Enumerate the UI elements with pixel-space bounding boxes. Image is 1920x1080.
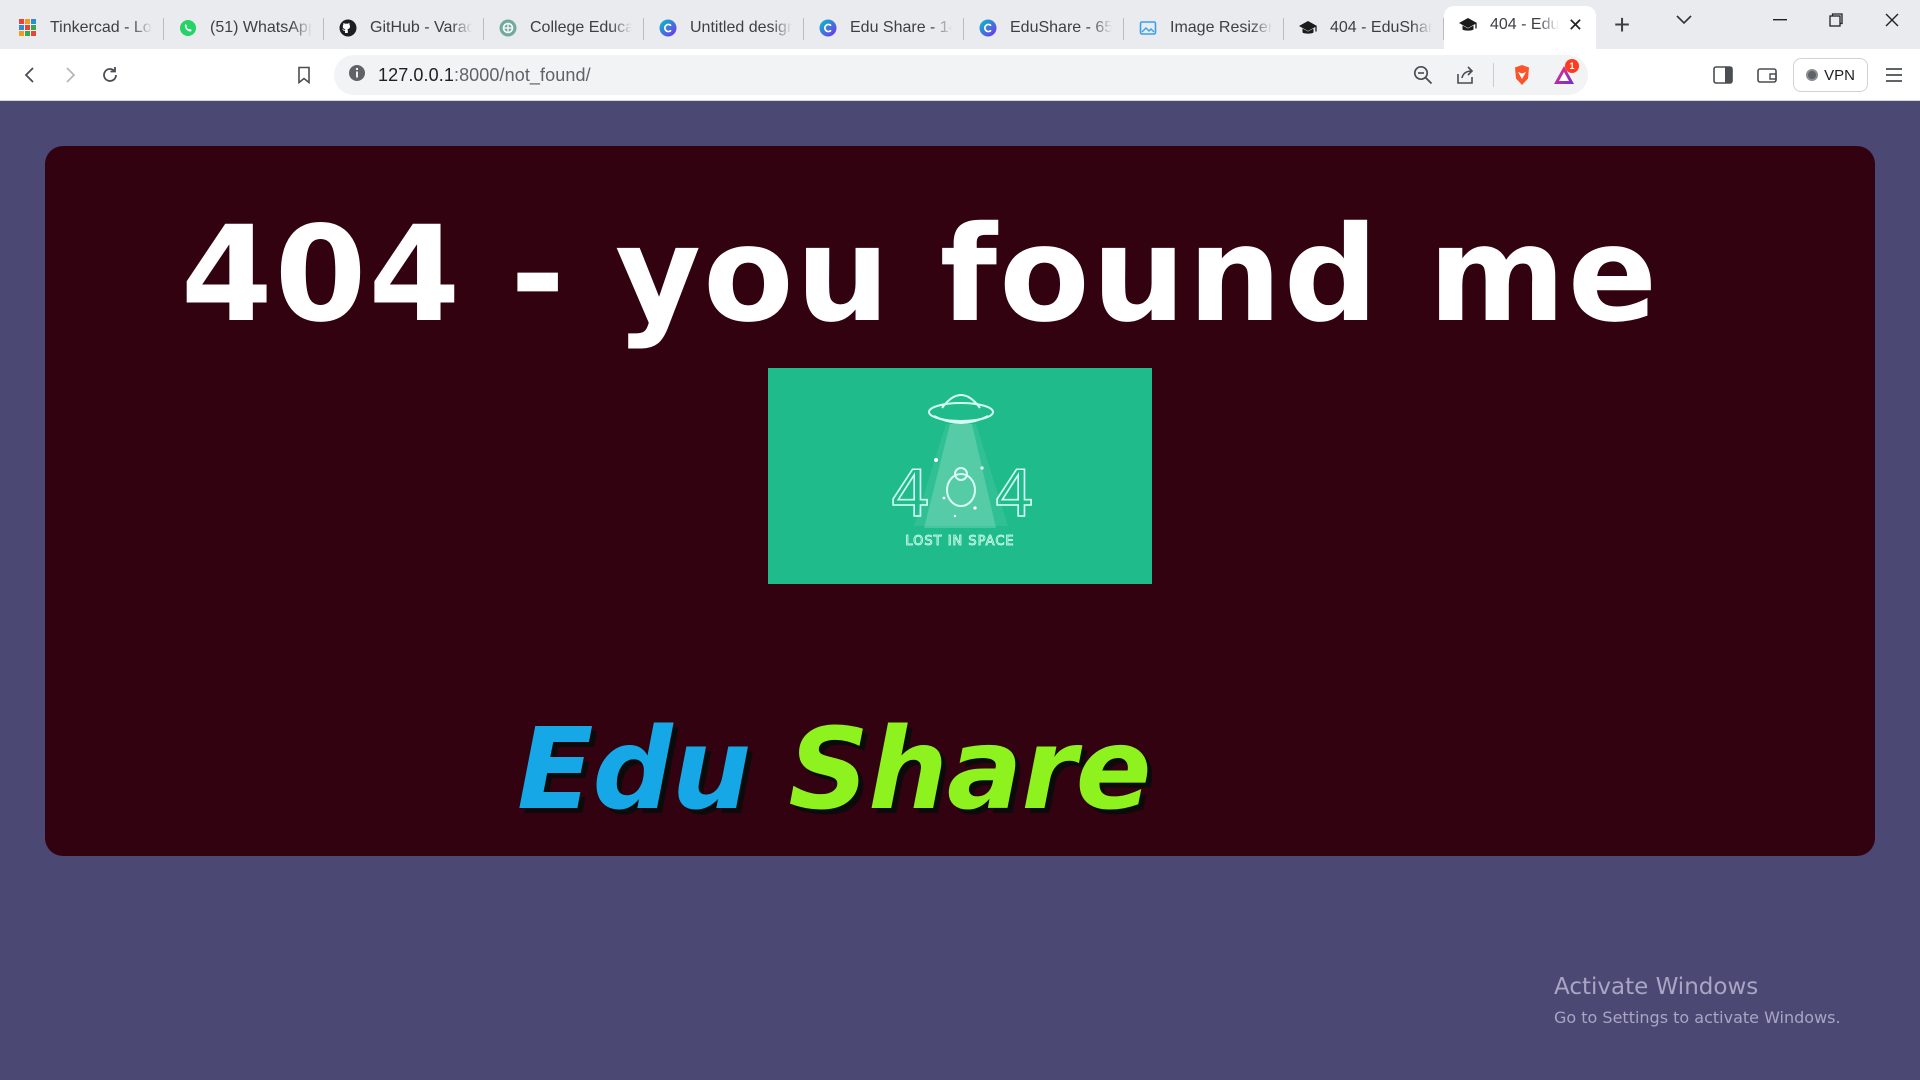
canva-icon	[978, 18, 998, 38]
back-button[interactable]	[10, 55, 50, 95]
activation-subtitle: Go to Settings to activate Windows.	[1554, 1008, 1841, 1027]
canva-icon	[658, 18, 678, 38]
canva-icon	[818, 18, 838, 38]
tinkercad-icon	[18, 18, 38, 38]
tab-search-chevron-icon[interactable]	[1656, 1, 1712, 39]
wallet-icon[interactable]	[1749, 57, 1785, 93]
tab-tinkercad[interactable]: Tinkercad - Log	[4, 9, 164, 47]
github-icon	[338, 18, 358, 38]
illustration-right-digit: 4	[994, 458, 1035, 532]
vpn-label: VPN	[1824, 66, 1855, 84]
tab-whatsapp[interactable]: (51) WhatsApp	[164, 9, 324, 47]
forward-button[interactable]	[50, 55, 90, 95]
browser-toolbar: 127.0.0.1:8000/not_found/ 1 VPN	[0, 49, 1920, 101]
url-text[interactable]: 127.0.0.1:8000/not_found/	[378, 65, 591, 86]
site-info-icon[interactable]	[348, 64, 366, 87]
tab-label: 404 - EduShare	[1330, 18, 1432, 36]
minimize-button[interactable]	[1752, 1, 1808, 39]
toolbar-right: VPN	[1705, 55, 1912, 95]
tab-label: EduShare - 650	[1010, 18, 1112, 36]
tab-canva-edushare-650[interactable]: EduShare - 650	[964, 9, 1124, 47]
tab-label: Tinkercad - Log	[50, 18, 152, 36]
divider	[1493, 63, 1494, 87]
windows-activation-watermark: Activate Windows Go to Settings to activ…	[1554, 974, 1841, 1027]
whatsapp-icon	[178, 18, 198, 38]
tab-github[interactable]: GitHub - Varadi	[324, 9, 484, 47]
tab-canva-edushare-14[interactable]: Edu Share - 14(	[804, 9, 964, 47]
menu-icon[interactable]	[1876, 57, 1912, 93]
tab-404-edushare[interactable]: 404 - EduShare	[1284, 9, 1444, 47]
graduation-cap-icon	[1458, 15, 1478, 35]
edushare-logo[interactable]: Edu Share	[517, 714, 1152, 826]
lost-in-space-illustration: 4 4 LOST IN SPACE	[768, 368, 1152, 584]
tab-strip: Tinkercad - Log (51) WhatsApp GitHub - V…	[0, 0, 1920, 49]
chatgpt-icon	[498, 18, 518, 38]
restore-button[interactable]	[1808, 1, 1864, 39]
tab-label: Edu Share - 14(	[850, 18, 952, 36]
zoom-icon[interactable]	[1405, 57, 1441, 93]
address-bar-actions: 1	[1405, 55, 1582, 95]
share-icon[interactable]	[1447, 57, 1483, 93]
error-card: 404 - you found me 4 4 LOST IN SPACE Edu…	[45, 146, 1875, 856]
page-viewport: 404 - you found me 4 4 LOST IN SPACE Edu…	[0, 102, 1920, 1080]
illustration-caption: LOST IN SPACE	[905, 534, 1014, 549]
tab-label: College Educati	[530, 18, 632, 36]
window-controls	[1656, 0, 1920, 40]
brave-rewards-icon[interactable]: 1	[1546, 57, 1582, 93]
vpn-button[interactable]: VPN	[1793, 58, 1868, 92]
image-icon	[1138, 18, 1158, 38]
vpn-status-icon	[1806, 69, 1819, 81]
reload-button[interactable]	[90, 55, 130, 95]
tab-label: Image Resizer	[1170, 18, 1272, 36]
url-host: 127.0.0.1	[378, 64, 454, 85]
rewards-badge: 1	[1565, 59, 1579, 73]
address-bar[interactable]: 127.0.0.1:8000/not_found/ 1	[334, 55, 1588, 95]
brave-shields-icon[interactable]	[1504, 57, 1540, 93]
ufo-illustration-svg: 4 4 LOST IN SPACE	[889, 394, 1036, 549]
tab-label: (51) WhatsApp	[210, 18, 312, 36]
tab-image-resizer[interactable]: Image Resizer	[1124, 9, 1284, 47]
sidebar-toggle-icon[interactable]	[1705, 57, 1741, 93]
tab-404-edushare-active[interactable]: 404 - EduS ✕	[1444, 6, 1596, 49]
graduation-cap-icon	[1298, 18, 1318, 38]
tab-label: GitHub - Varadi	[370, 18, 472, 36]
brand-first-word: Edu	[517, 705, 751, 835]
new-tab-button[interactable]: +	[1602, 5, 1642, 45]
tab-canva-untitled[interactable]: Untitled design	[644, 9, 804, 47]
url-path: :8000/not_found/	[453, 64, 591, 85]
bookmark-icon[interactable]	[284, 55, 324, 95]
close-tab-icon[interactable]: ✕	[1567, 15, 1584, 35]
brand-second-word: Share	[788, 705, 1151, 835]
tab-list: Tinkercad - Log (51) WhatsApp GitHub - V…	[0, 0, 1596, 49]
page-title: 404 - you found me	[180, 198, 1660, 352]
tab-chatgpt[interactable]: College Educati	[484, 9, 644, 47]
close-window-button[interactable]	[1864, 1, 1920, 39]
tab-label: Untitled design	[690, 18, 792, 36]
activation-title: Activate Windows	[1554, 974, 1759, 1000]
tab-label: 404 - EduS	[1490, 16, 1559, 33]
illustration-left-digit: 4	[890, 458, 931, 532]
